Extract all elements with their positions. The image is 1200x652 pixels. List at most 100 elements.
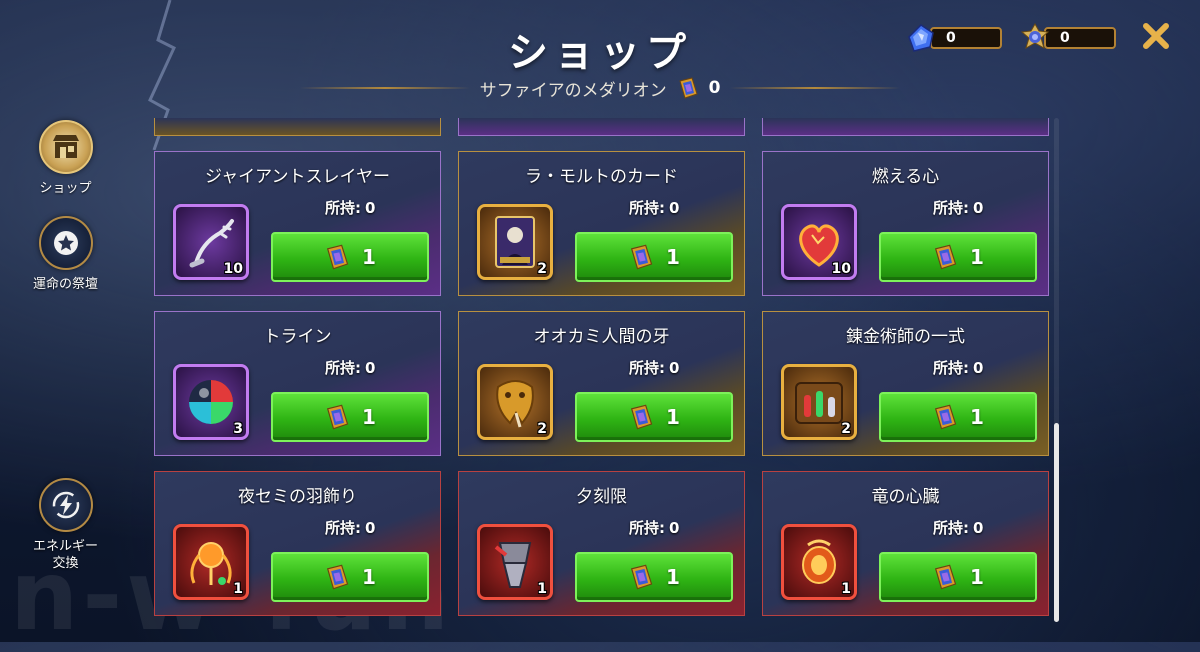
item-quantity: 2 [537, 421, 547, 437]
energy-exchange-icon [52, 491, 79, 519]
item-name: 夜セミの羽飾り [238, 487, 357, 507]
card-stub [762, 118, 1049, 136]
item-quantity: 10 [223, 261, 243, 277]
buy-price: 1 [362, 565, 376, 589]
sapphire-medallion-icon [326, 244, 349, 270]
buy-price: 1 [970, 565, 984, 589]
item-icon-frame[interactable]: 1 [781, 524, 857, 600]
item-name: 夕刻限 [576, 487, 627, 507]
owned-value: 0 [973, 359, 984, 377]
buy-button[interactable]: 1 [879, 232, 1037, 282]
owned-value: 0 [669, 359, 680, 377]
scrollbar-thumb[interactable] [1054, 423, 1059, 622]
buy-button[interactable]: 1 [271, 392, 429, 442]
owned-label: 所持: [933, 359, 969, 377]
close-button[interactable] [1136, 20, 1176, 60]
item-name: 竜の心臓 [871, 487, 940, 507]
item-icon-frame[interactable]: 2 [477, 364, 553, 440]
buy-button[interactable]: 1 [575, 552, 733, 602]
owned-label: 所持: [325, 199, 361, 217]
nav-shop-label: ショップ [39, 181, 92, 196]
sapphire-medallion-icon [630, 564, 653, 590]
sapphire-currency: 0 [906, 24, 1002, 52]
item-name: オオカミ人間の牙 [533, 327, 670, 347]
item-quantity: 2 [537, 261, 547, 277]
shop-item-card[interactable]: 夜セミの羽飾り 所持: 0 1 1 [154, 471, 441, 616]
item-icon-frame[interactable]: 2 [477, 204, 553, 280]
sapphire-medallion-icon [630, 404, 653, 430]
nav-energy-exchange[interactable]: エネルギー 交換 [18, 478, 113, 572]
item-quantity: 3 [233, 421, 243, 437]
shop-item-card[interactable]: オオカミ人間の牙 所持: 0 2 1 [458, 311, 745, 456]
buy-price: 1 [666, 245, 680, 269]
nav-altar-label: 運命の祭壇 [32, 277, 98, 292]
sapphire-medallion-icon [326, 404, 349, 430]
owned-label: 所持: [933, 519, 969, 537]
owned-value: 0 [365, 519, 376, 537]
shop-item-card[interactable]: 錬金術師の一式 所持: 0 2 1 [762, 311, 1049, 456]
item-name: トライン [263, 327, 332, 347]
subtitle-text: サファイアのメダリオン [479, 80, 667, 101]
star-altar-icon [53, 231, 78, 255]
owned-value: 0 [973, 199, 984, 217]
item-icon-frame[interactable]: 1 [477, 524, 553, 600]
buy-button[interactable]: 1 [575, 392, 733, 442]
card-stub [154, 118, 441, 136]
item-icon-frame[interactable]: 3 [173, 364, 249, 440]
medallion-currency: 0 [1020, 23, 1116, 52]
item-quantity: 1 [233, 581, 243, 597]
item-quantity: 1 [537, 581, 547, 597]
shop-item-card[interactable]: 竜の心臓 所持: 0 1 1 [762, 471, 1049, 616]
card-stub [458, 118, 745, 136]
owned-count: 所持: 0 [933, 357, 983, 378]
subtitle-divider-right [730, 87, 900, 89]
scrollbar-track[interactable] [1054, 118, 1059, 622]
shop-item-card[interactable]: ジャイアントスレイヤー 所持: 0 10 1 [154, 151, 441, 296]
buy-button[interactable]: 1 [575, 232, 733, 282]
buy-price: 1 [970, 405, 984, 429]
buy-price: 1 [362, 245, 376, 269]
owned-count: 所持: 0 [629, 517, 679, 538]
item-quantity: 2 [841, 421, 851, 437]
dragon-heart-icon [802, 539, 836, 584]
buy-price: 1 [970, 245, 984, 269]
nav-shop[interactable]: ショップ [18, 120, 113, 197]
shop-item-card[interactable]: ラ・モルトのカード 所持: 0 2 1 [458, 151, 745, 296]
item-icon-frame[interactable]: 2 [781, 364, 857, 440]
nav-energy-label-1: エネルギー [32, 539, 98, 554]
owned-value: 0 [365, 359, 376, 377]
nav-altar[interactable]: 運命の祭壇 [18, 216, 113, 293]
shop-item-card[interactable]: トライン 所持: 0 3 1 [154, 311, 441, 456]
item-icon-frame[interactable]: 10 [173, 204, 249, 280]
alchemist-kit-icon [795, 382, 843, 424]
sapphire-medallion-icon [934, 244, 957, 270]
owned-label: 所持: [629, 359, 665, 377]
sapphire-medallion-icon [326, 564, 349, 590]
sapphire-medallion-icon [678, 77, 698, 99]
medallion-count: 0 [1044, 27, 1116, 49]
item-icon-frame[interactable]: 1 [173, 524, 249, 600]
buy-button[interactable]: 1 [879, 552, 1037, 602]
shop-item-card[interactable]: 夕刻限 所持: 0 1 1 [458, 471, 745, 616]
buy-button[interactable]: 1 [271, 552, 429, 602]
owned-label: 所持: [629, 199, 665, 217]
owned-label: 所持: [325, 359, 361, 377]
buy-price: 1 [666, 405, 680, 429]
item-quantity: 10 [831, 261, 851, 277]
owned-count: 所持: 0 [933, 197, 983, 218]
buy-button[interactable]: 1 [271, 232, 429, 282]
item-icon-frame[interactable]: 10 [781, 204, 857, 280]
buy-price: 1 [666, 565, 680, 589]
shop-item-card[interactable]: 燃える心 所持: 0 10 1 [762, 151, 1049, 296]
werewolf-fang-icon [496, 380, 534, 428]
dusk-blade-icon [494, 542, 532, 588]
death-card-icon [495, 216, 535, 268]
sapphire-medallion-icon [630, 244, 653, 270]
medallion-icon [1020, 23, 1050, 50]
buy-button[interactable]: 1 [879, 392, 1037, 442]
nav-shop-circle [38, 120, 93, 174]
owned-count: 所持: 0 [325, 197, 375, 218]
sapphire-medallion-icon [934, 564, 957, 590]
item-name: ジャイアントスレイヤー [205, 167, 390, 187]
owned-count: 所持: 0 [325, 517, 375, 538]
